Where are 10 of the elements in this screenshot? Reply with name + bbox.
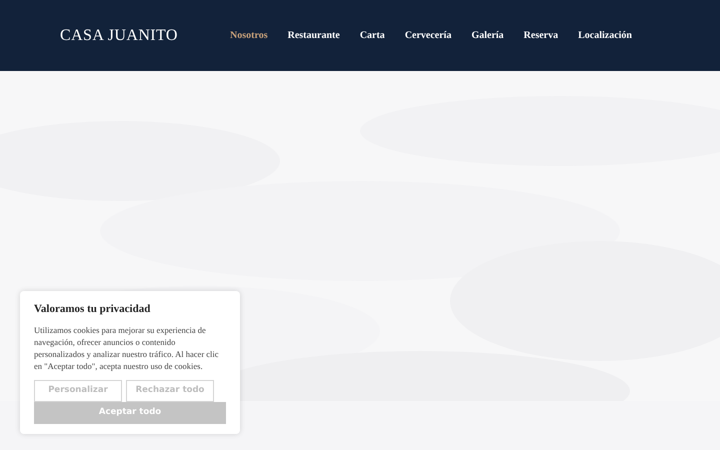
nav-link[interactable]: Galería [471,28,504,43]
logo[interactable]: CASA JUANITO [60,24,230,48]
nav-link[interactable]: Carta [360,28,385,43]
nav-link[interactable]: Localización [578,28,632,43]
nav-link[interactable]: Nosotros [230,28,268,43]
nav-link[interactable]: Restaurante [288,28,340,43]
banner-text: Utilizamos cookies para mejorar su experiencia de navegación, ofrecer anuncios o contenido personalizados y analizar nuestro tráfico. Al hacer clic en "Aceptar todo", acepta nuestro uso de cookies. [34,324,220,372]
nav-link[interactable]: Reserva [524,28,558,43]
banner-title: Valoramos tu privacidad [34,302,152,317]
nav-link[interactable]: Cervecería [404,28,452,43]
